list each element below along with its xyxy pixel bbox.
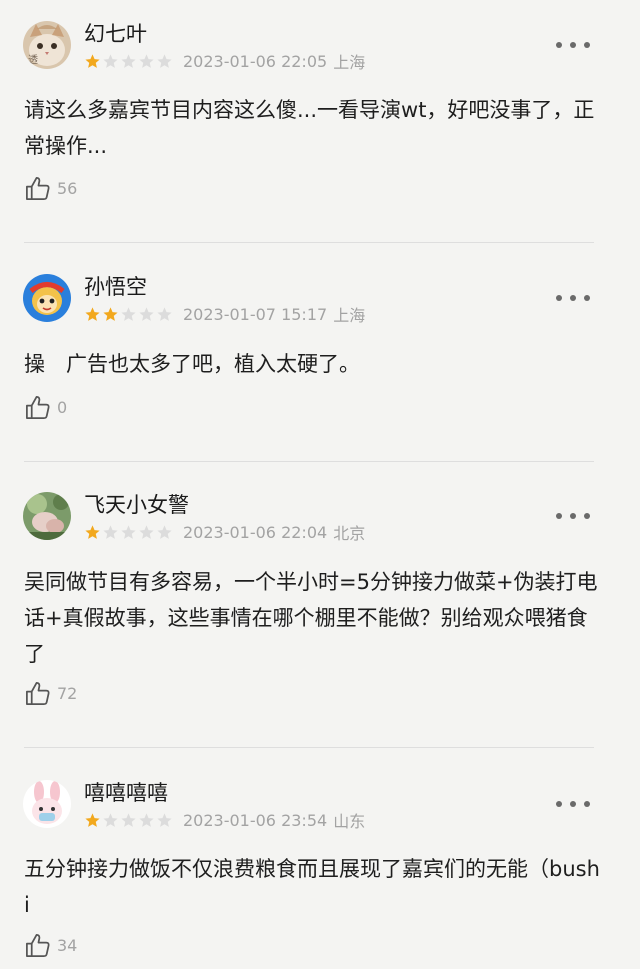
star-rating [84,812,173,829]
review-item: 透 幻七叶 2023-01-06 22:05 上海 请这么多嘉宾节目内容这么傻.… [0,21,640,221]
username[interactable]: 孙悟空 [84,274,147,300]
star-empty-icon [121,812,136,827]
star-empty-icon [139,524,154,539]
review-meta: 2023-01-06 23:54 山东 [84,810,366,831]
star-empty-icon [157,524,172,539]
like-count: 56 [57,178,78,198]
star-filled-icon [85,306,100,321]
star-empty-icon [103,812,118,827]
review-content: 操 广告也太多了吧，植入太硬了。 [24,352,360,376]
review-date: 2023-01-06 23:54 [183,810,328,830]
star-empty-icon [139,306,154,321]
star-rating [84,524,173,541]
star-filled-icon [103,306,118,321]
review-content: 请这么多嘉宾节目内容这么傻...一看导演wt，好吧没事了，正常操作... [24,98,595,158]
thumbs-up-icon [26,933,50,957]
star-rating [84,53,173,70]
review-location: 上海 [333,53,366,72]
review-content: 吴同做节目有多容易，一个半小时=5分钟接力做菜+伪装打电话+真假故事，这些事情在… [24,570,598,666]
cat-avatar-icon[interactable]: 透 [23,21,71,69]
star-filled-icon [85,53,100,68]
like-button[interactable]: 72 [24,679,77,707]
review-location: 北京 [333,524,366,543]
star-empty-icon [121,306,136,321]
review-content: 五分钟接力做饭不仅浪费粮食而且展现了嘉宾们的无能（bushi [24,857,600,917]
star-empty-icon [103,524,118,539]
review-location: 上海 [333,306,366,325]
star-filled-icon [85,812,100,827]
thumbs-up-icon [26,681,50,705]
star-empty-icon [121,53,136,68]
review-meta: 2023-01-06 22:05 上海 [84,51,366,72]
more-dots-icon[interactable] [556,288,590,308]
star-empty-icon [157,812,172,827]
username[interactable]: 飞天小女警 [84,492,189,518]
star-empty-icon [121,524,136,539]
like-count: 72 [57,683,78,703]
review-item: 飞天小女警 2023-01-06 22:04 北京 吴同做节目有多容易，一个半小… [0,492,640,722]
like-button[interactable]: 34 [24,931,77,959]
divider [24,747,594,748]
divider [24,242,594,243]
review-item: 嘻嘻嘻嘻 2023-01-06 23:54 山东 五分钟接力做饭不仅浪费粮食而且… [0,780,640,969]
username[interactable]: 幻七叶 [84,21,147,47]
review-location: 山东 [333,812,366,831]
avatar-watermark: 透 [28,55,38,66]
star-empty-icon [157,53,172,68]
like-button[interactable]: 0 [24,393,67,421]
star-empty-icon [157,306,172,321]
review-meta: 2023-01-07 15:17 上海 [84,304,366,325]
more-dots-icon[interactable] [556,506,590,526]
divider [24,461,594,462]
review-meta: 2023-01-06 22:04 北京 [84,522,366,543]
star-filled-icon [85,524,100,539]
monkey-king-avatar-icon[interactable] [23,274,71,322]
like-count: 34 [57,935,78,955]
star-empty-icon [139,812,154,827]
thumbs-up-icon [26,176,50,200]
star-rating [84,306,173,323]
photo-avatar-icon[interactable] [23,492,71,540]
thumbs-up-icon [26,395,50,419]
like-button[interactable]: 56 [24,174,77,202]
more-dots-icon[interactable] [556,35,590,55]
star-empty-icon [103,53,118,68]
review-date: 2023-01-06 22:04 [183,522,328,542]
review-date: 2023-01-06 22:05 [183,51,328,71]
review-item: 孙悟空 2023-01-07 15:17 上海 操 广告也太多了吧，植入太硬了。… [0,274,640,434]
review-date: 2023-01-07 15:17 [183,304,328,324]
review-feed: 透 幻七叶 2023-01-06 22:05 上海 请这么多嘉宾节目内容这么傻.… [0,0,640,969]
like-count: 0 [57,397,68,417]
username[interactable]: 嘻嘻嘻嘻 [84,780,168,806]
star-empty-icon [139,53,154,68]
bunny-avatar-icon[interactable] [23,780,71,828]
more-dots-icon[interactable] [556,794,590,814]
